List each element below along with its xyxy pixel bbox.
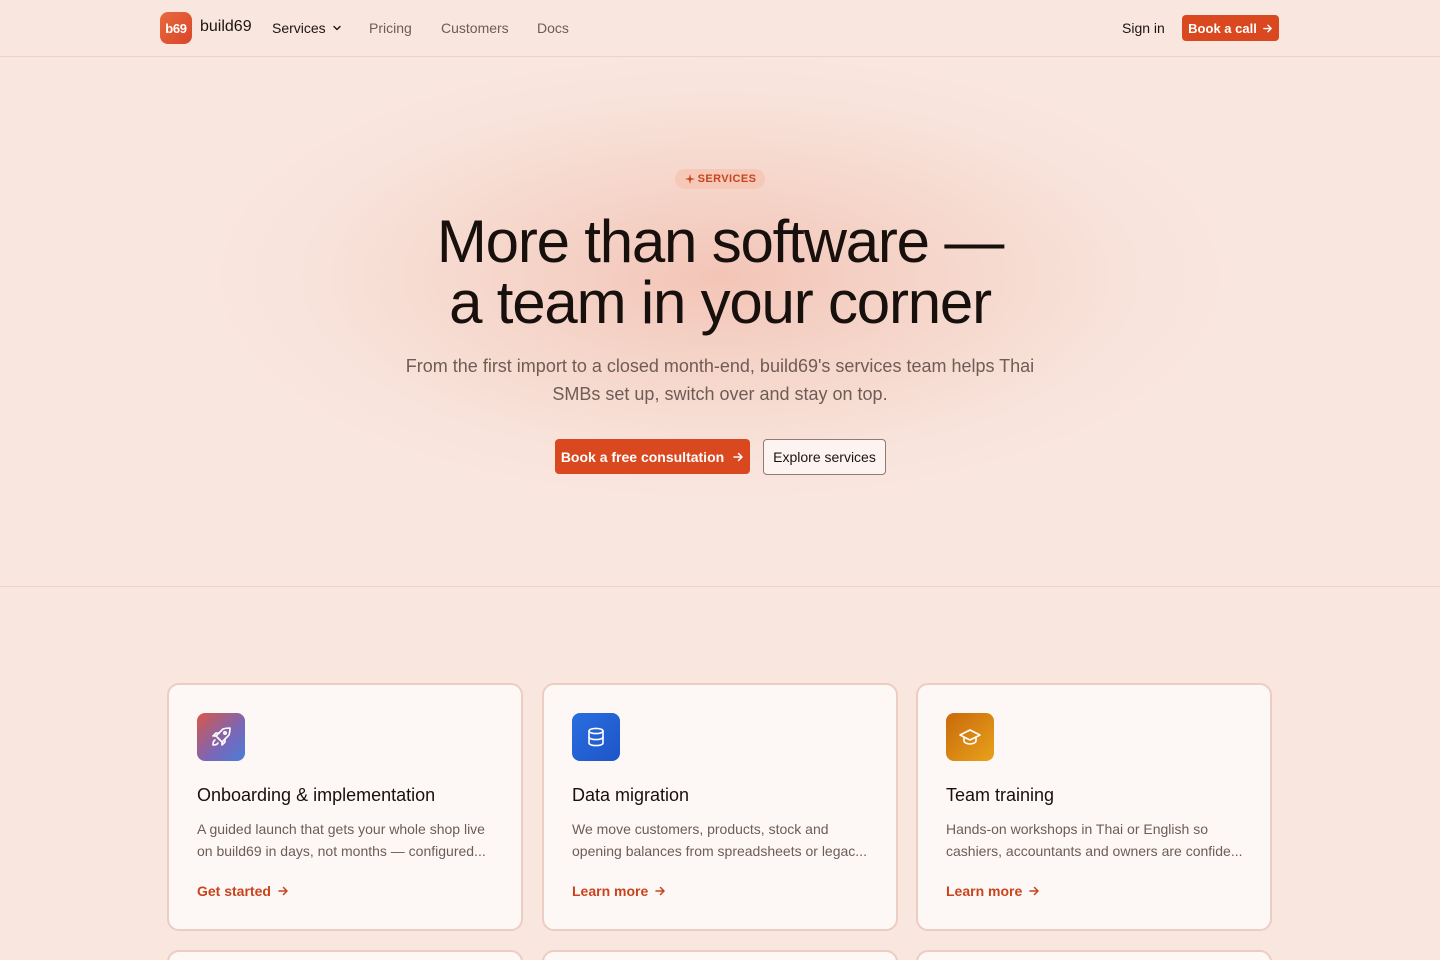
card-link-label: Get started	[197, 883, 271, 899]
arrow-right-icon	[655, 886, 665, 896]
book-call-label: Book a call	[1188, 20, 1257, 36]
get-started-link[interactable]: Get started	[197, 883, 289, 899]
card-link-label: Learn more	[572, 883, 649, 899]
service-card-data-migration[interactable]: Data migration We move customers, produc…	[542, 683, 898, 931]
hero-section: SERVICES More than software — a team in …	[0, 57, 1440, 587]
hero-title-line1: More than software —	[436, 208, 1004, 275]
book-consultation-label: Book a free consultation	[560, 448, 725, 465]
card-title: Team training	[946, 785, 1055, 805]
service-card-partial[interactable]	[167, 950, 523, 960]
hero-subtitle: From the first import to a closed month-…	[405, 356, 1035, 404]
service-card-team-training[interactable]: Team training Hands-on workshops in Thai…	[916, 683, 1272, 931]
eyebrow-label: SERVICES	[697, 173, 757, 185]
hero-title: More than software — a team in your corn…	[320, 211, 1120, 333]
nav-docs[interactable]: Docs	[537, 20, 569, 36]
hero-title-line2: a team in your corner	[449, 269, 992, 336]
nav-pricing[interactable]: Pricing	[369, 20, 412, 36]
book-consultation-button[interactable]: Book a free consultation	[555, 439, 750, 474]
sparkle-icon	[684, 174, 695, 184]
nav-services-label: Services	[272, 20, 326, 36]
learn-more-link[interactable]: Learn more	[946, 883, 1040, 899]
graduation-cap-icon	[946, 713, 994, 761]
card-title: Data migration	[572, 785, 690, 805]
rocket-icon	[197, 713, 245, 761]
sign-in-link[interactable]: Sign in	[1122, 20, 1165, 36]
top-navbar: b69 build69 Services Pricing Customers D…	[0, 0, 1440, 57]
nav-customers[interactable]: Customers	[441, 20, 509, 36]
services-eyebrow-badge: SERVICES	[675, 169, 765, 189]
card-description: A guided launch that gets your whole sho…	[197, 821, 486, 859]
service-card-partial[interactable]	[916, 950, 1272, 960]
card-description: Hands-on workshops in Thai or English so…	[946, 821, 1243, 859]
learn-more-link[interactable]: Learn more	[572, 883, 666, 899]
service-card-onboarding[interactable]: Onboarding & implementation A guided lau…	[167, 683, 523, 931]
service-card-partial[interactable]	[542, 950, 898, 960]
chevron-down-icon	[332, 25, 341, 31]
brand-name[interactable]: build69	[200, 18, 252, 36]
brand-logo[interactable]: b69	[160, 12, 192, 44]
explore-services-button[interactable]: Explore services	[763, 439, 886, 475]
database-icon	[572, 713, 620, 761]
nav-services[interactable]: Services	[272, 20, 342, 36]
arrow-right-icon	[733, 452, 743, 461]
card-description: We move customers, products, stock and o…	[572, 821, 867, 859]
arrow-right-icon	[278, 886, 288, 896]
book-call-button[interactable]: Book a call	[1182, 15, 1279, 41]
arrow-right-icon	[1029, 886, 1039, 896]
card-title: Onboarding & implementation	[197, 785, 436, 805]
card-link-label: Learn more	[946, 883, 1023, 899]
arrow-right-icon	[1262, 24, 1272, 32]
